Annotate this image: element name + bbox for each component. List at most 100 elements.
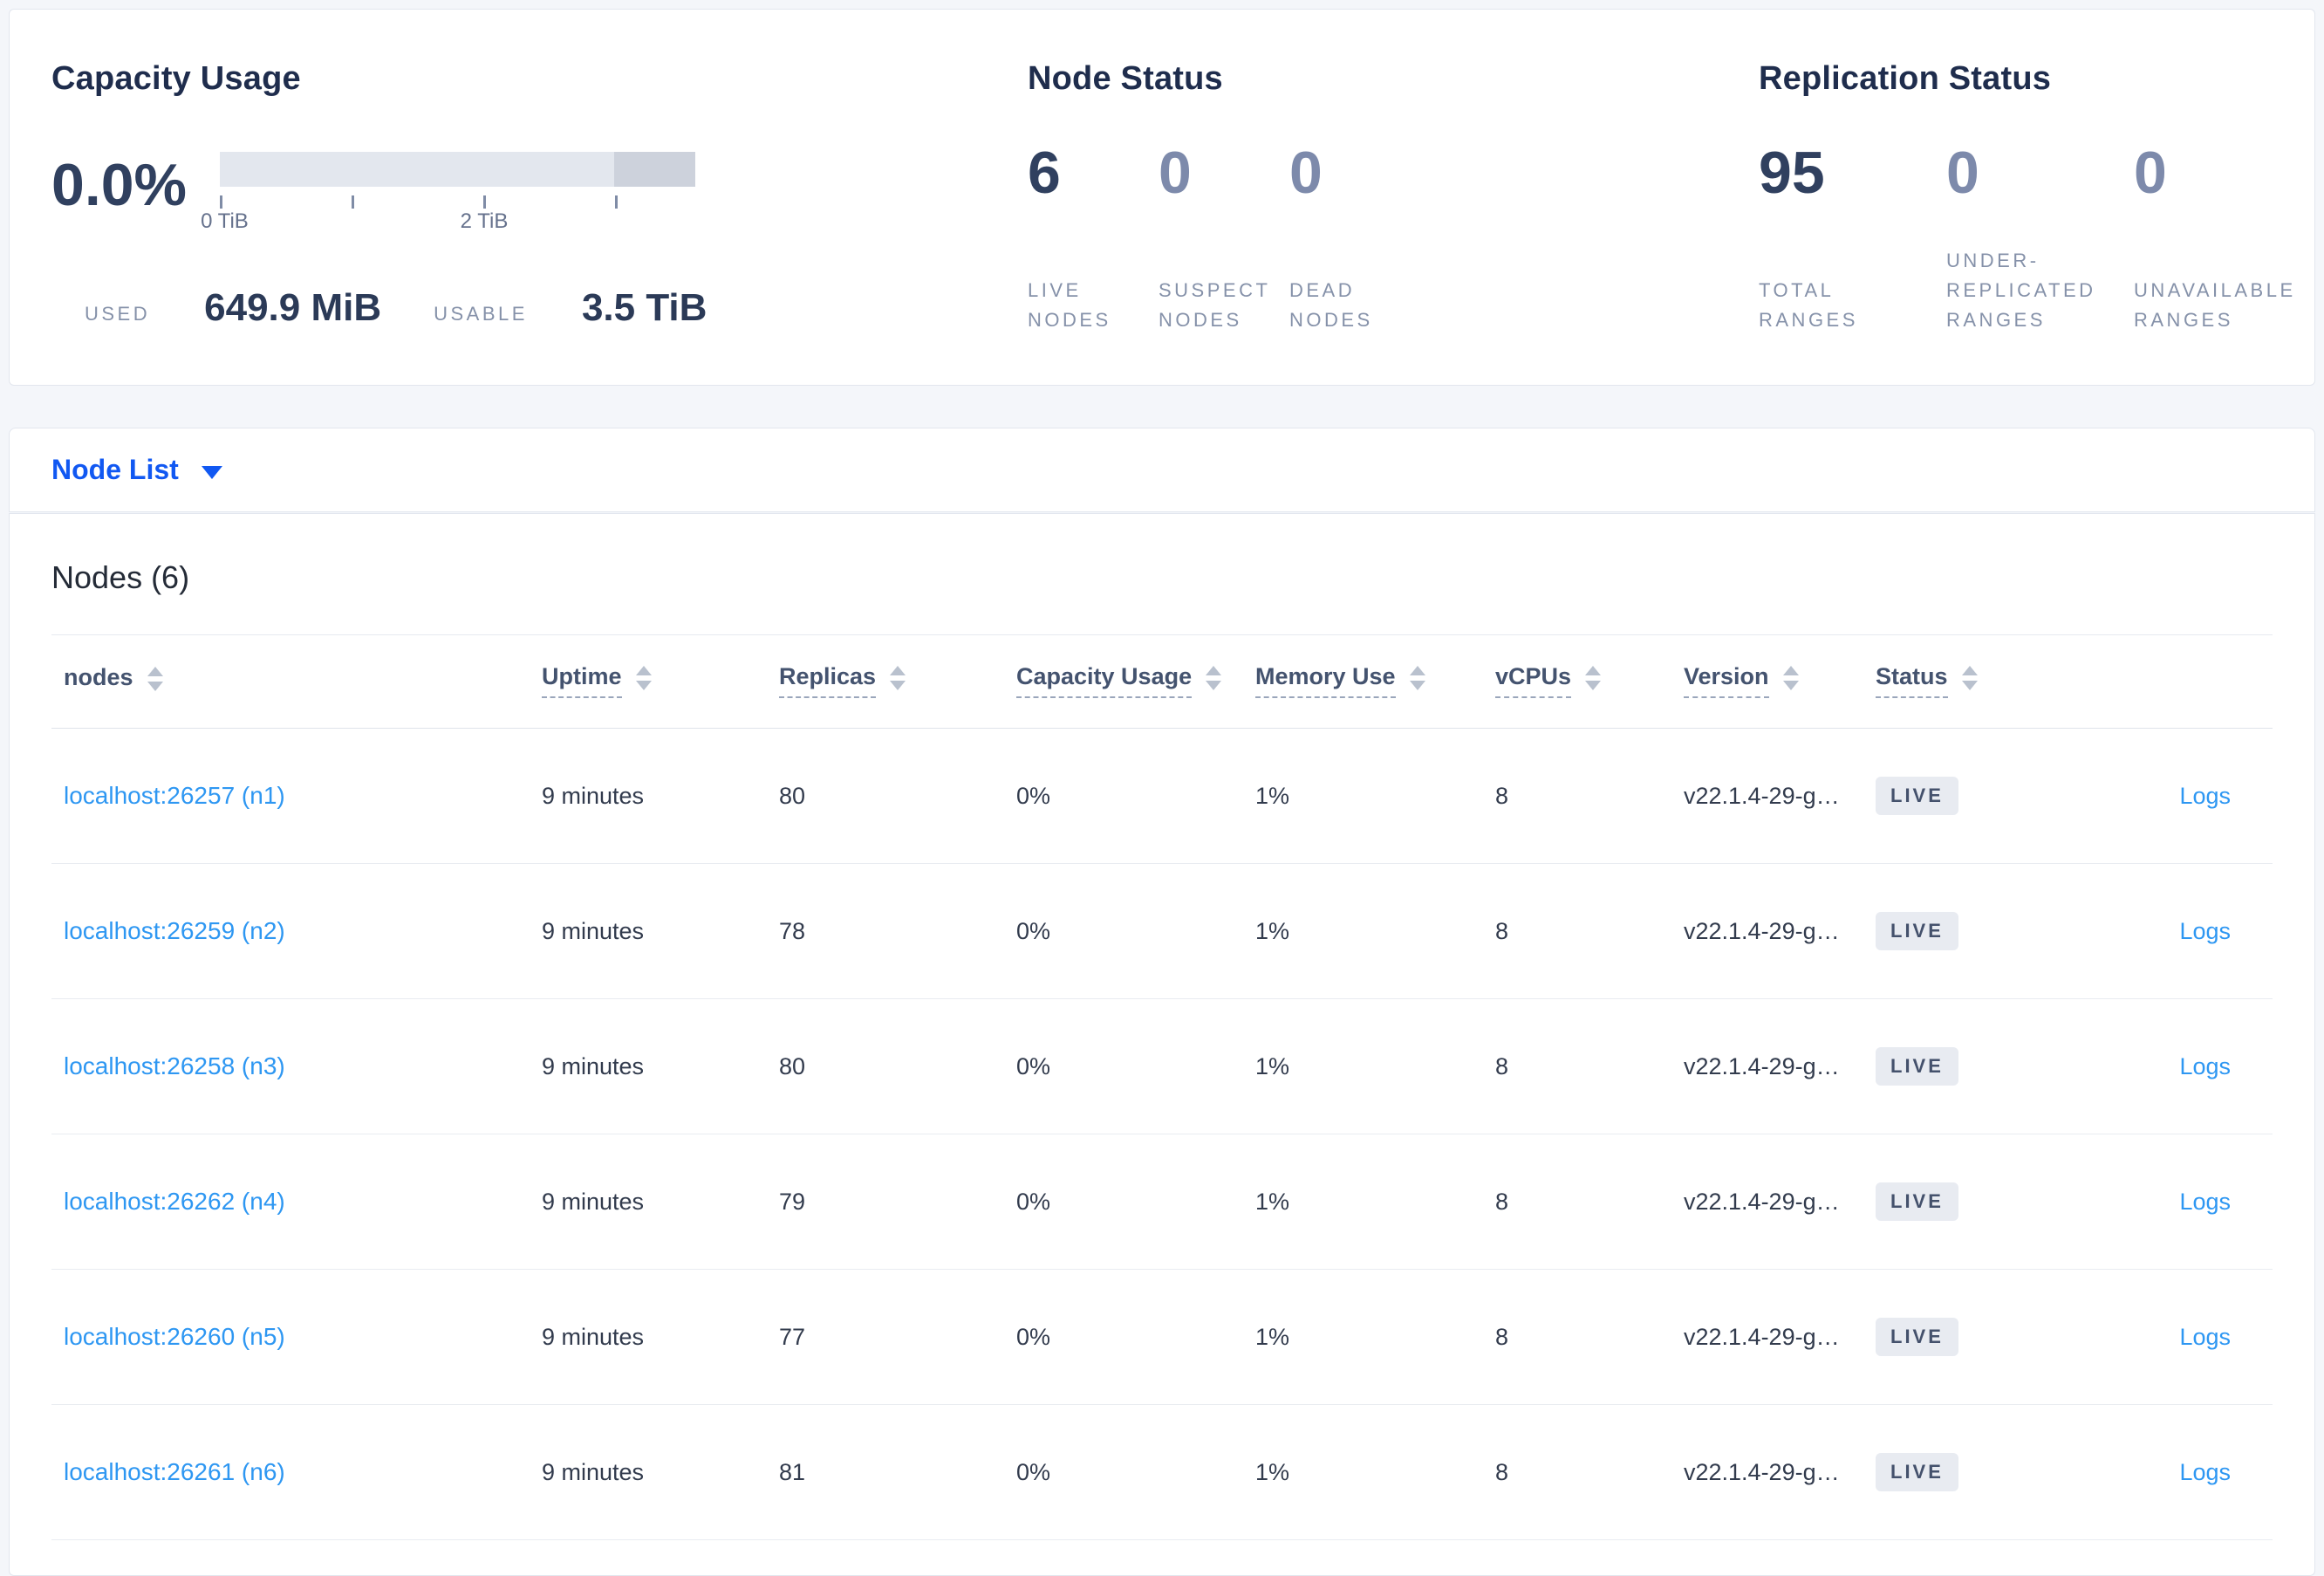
table-row: localhost:26259 (n2) 9 minutes 78 0% 1% …	[51, 863, 2273, 999]
memory-use-cell: 1%	[1243, 863, 1483, 999]
used-value: 649.9 MiB	[204, 286, 382, 329]
node-link[interactable]: localhost:26258 (n3)	[64, 1052, 285, 1079]
capacity-bar-chart: 0 TiB 2 TiB	[201, 152, 695, 236]
logs-link[interactable]: Logs	[2179, 1324, 2231, 1350]
logs-link[interactable]: Logs	[2179, 1459, 2231, 1485]
node-link[interactable]: localhost:26259 (n2)	[64, 917, 285, 944]
logs-link[interactable]: Logs	[2179, 918, 2231, 944]
capacity-bar-reserved-segment	[614, 152, 695, 187]
column-header-vcpus[interactable]: vCPUs	[1483, 634, 1671, 729]
sort-icon[interactable]	[1961, 665, 1978, 690]
table-header-row: nodes Uptime Replicas Capacity Usage Mem…	[51, 634, 2273, 729]
uptime-cell: 9 minutes	[530, 863, 767, 999]
capacity-usage-cell: 0%	[1004, 863, 1243, 999]
axis-tick	[220, 195, 222, 209]
version-cell: v22.1.4-29-g…	[1671, 728, 1863, 864]
live-nodes-stat: 6 LIVE NODES	[1028, 143, 1159, 335]
column-header-memory-use[interactable]: Memory Use	[1243, 634, 1483, 729]
capacity-usage-cell: 0%	[1004, 998, 1243, 1134]
vcpus-cell: 8	[1483, 998, 1671, 1134]
vcpus-cell: 8	[1483, 863, 1671, 999]
nodes-table: nodes Uptime Replicas Capacity Usage Mem…	[51, 634, 2273, 1540]
total-ranges-label: TOTAL RANGES	[1759, 278, 1858, 331]
capacity-usage-cell: 0%	[1004, 728, 1243, 864]
column-header-status[interactable]: Status	[1863, 634, 2047, 729]
column-header-uptime[interactable]: Uptime	[530, 634, 767, 729]
column-header-uptime-label: Uptime	[542, 663, 622, 698]
node-list-dropdown-label: Node List	[51, 454, 179, 485]
sort-icon[interactable]	[1585, 665, 1602, 690]
logs-link[interactable]: Logs	[2179, 1053, 2231, 1079]
column-header-capacity-usage[interactable]: Capacity Usage	[1004, 634, 1243, 729]
total-ranges-value: 95	[1759, 140, 1825, 206]
memory-use-cell: 1%	[1243, 1134, 1483, 1270]
replicas-cell: 80	[767, 728, 1004, 864]
usable-value: 3.5 TiB	[581, 286, 707, 329]
axis-tick	[482, 195, 486, 209]
version-cell: v22.1.4-29-g…	[1671, 1134, 1863, 1270]
table-row: localhost:26262 (n4) 9 minutes 79 0% 1% …	[51, 1134, 2273, 1270]
column-header-replicas[interactable]: Replicas	[767, 634, 1004, 729]
node-list-dropdown[interactable]: Node List	[51, 454, 222, 486]
capacity-used-usable-row: USED 649.9 MiB USABLE 3.5 TiB	[51, 286, 1028, 330]
column-header-replicas-label: Replicas	[779, 663, 877, 698]
suspect-nodes-stat: 0 SUSPECT NODES	[1159, 143, 1289, 335]
under-replicated-ranges-value: 0	[1946, 140, 1979, 206]
cluster-overview-page: Capacity Usage 0.0% 0 TiB 2 TiB USED 649…	[0, 0, 2324, 1576]
dead-nodes-stat: 0 DEAD NODES	[1289, 143, 1420, 335]
table-row: localhost:26260 (n5) 9 minutes 77 0% 1% …	[51, 1269, 2273, 1405]
live-nodes-value: 6	[1028, 140, 1061, 206]
capacity-axis-labels: 0 TiB 2 TiB	[201, 209, 695, 236]
capacity-percent-value: 0.0%	[51, 152, 187, 218]
dead-nodes-label: DEAD NODES	[1289, 278, 1373, 331]
capacity-bar	[220, 152, 695, 187]
replication-status-title: Replication Status	[1759, 60, 2052, 97]
node-link[interactable]: localhost:26257 (n1)	[64, 782, 285, 809]
sort-icon[interactable]	[147, 666, 163, 691]
axis-label-0tib: 0 TiB	[201, 209, 249, 233]
column-header-logs-empty	[2047, 634, 2273, 729]
node-link[interactable]: localhost:26260 (n5)	[64, 1323, 285, 1350]
vcpus-cell: 8	[1483, 1404, 1671, 1540]
version-cell: v22.1.4-29-g…	[1671, 1269, 1863, 1405]
replicas-cell: 81	[767, 1404, 1004, 1540]
axis-tick	[351, 195, 354, 209]
table-row: localhost:26257 (n1) 9 minutes 80 0% 1% …	[51, 728, 2273, 864]
uptime-cell: 9 minutes	[530, 1134, 767, 1270]
suspect-nodes-label: SUSPECT NODES	[1159, 278, 1271, 331]
memory-use-cell: 1%	[1243, 728, 1483, 864]
sort-icon[interactable]	[1782, 665, 1799, 690]
status-badge: LIVE	[1876, 1182, 1958, 1221]
suspect-nodes-value: 0	[1159, 140, 1192, 206]
uptime-cell: 9 minutes	[530, 1269, 767, 1405]
capacity-usage-cell: 0%	[1004, 1134, 1243, 1270]
capacity-axis-ticks	[220, 187, 695, 209]
logs-link[interactable]: Logs	[2179, 1189, 2231, 1215]
column-header-vcpus-label: vCPUs	[1495, 663, 1572, 698]
under-replicated-ranges-stat: 0 UNDER-REPLICATED RANGES	[1946, 143, 2134, 335]
column-header-nodes-label: nodes	[64, 664, 133, 690]
logs-link[interactable]: Logs	[2179, 783, 2231, 809]
status-badge: LIVE	[1876, 1047, 1958, 1086]
sort-icon[interactable]	[1206, 665, 1222, 690]
sort-icon[interactable]	[1409, 665, 1425, 690]
cluster-summary-card: Capacity Usage 0.0% 0 TiB 2 TiB USED 649…	[9, 9, 2315, 386]
node-link[interactable]: localhost:26261 (n6)	[64, 1458, 285, 1485]
status-badge: LIVE	[1876, 912, 1958, 950]
sort-icon[interactable]	[890, 665, 906, 690]
replication-status-stats: 95 TOTAL RANGES 0 UNDER-REPLICATED RANGE…	[1759, 143, 2321, 335]
node-status-stats: 6 LIVE NODES 0 SUSPECT NODES 0 DEAD NODE…	[1028, 143, 1759, 335]
unavailable-ranges-label: UNAVAILABLE RANGES	[2134, 278, 2296, 331]
column-header-version[interactable]: Version	[1671, 634, 1863, 729]
node-link[interactable]: localhost:26262 (n4)	[64, 1188, 285, 1215]
uptime-cell: 9 minutes	[530, 728, 767, 864]
column-header-memory-use-label: Memory Use	[1255, 663, 1396, 698]
uptime-cell: 9 minutes	[530, 998, 767, 1134]
capacity-usage-chart: 0.0% 0 TiB 2 TiB	[51, 143, 1028, 236]
sort-icon[interactable]	[635, 665, 652, 690]
vcpus-cell: 8	[1483, 728, 1671, 864]
capacity-usage-cell: 0%	[1004, 1269, 1243, 1405]
total-ranges-stat: 95 TOTAL RANGES	[1759, 143, 1946, 335]
column-header-nodes[interactable]: nodes	[51, 634, 530, 729]
column-header-version-label: Version	[1684, 663, 1769, 698]
